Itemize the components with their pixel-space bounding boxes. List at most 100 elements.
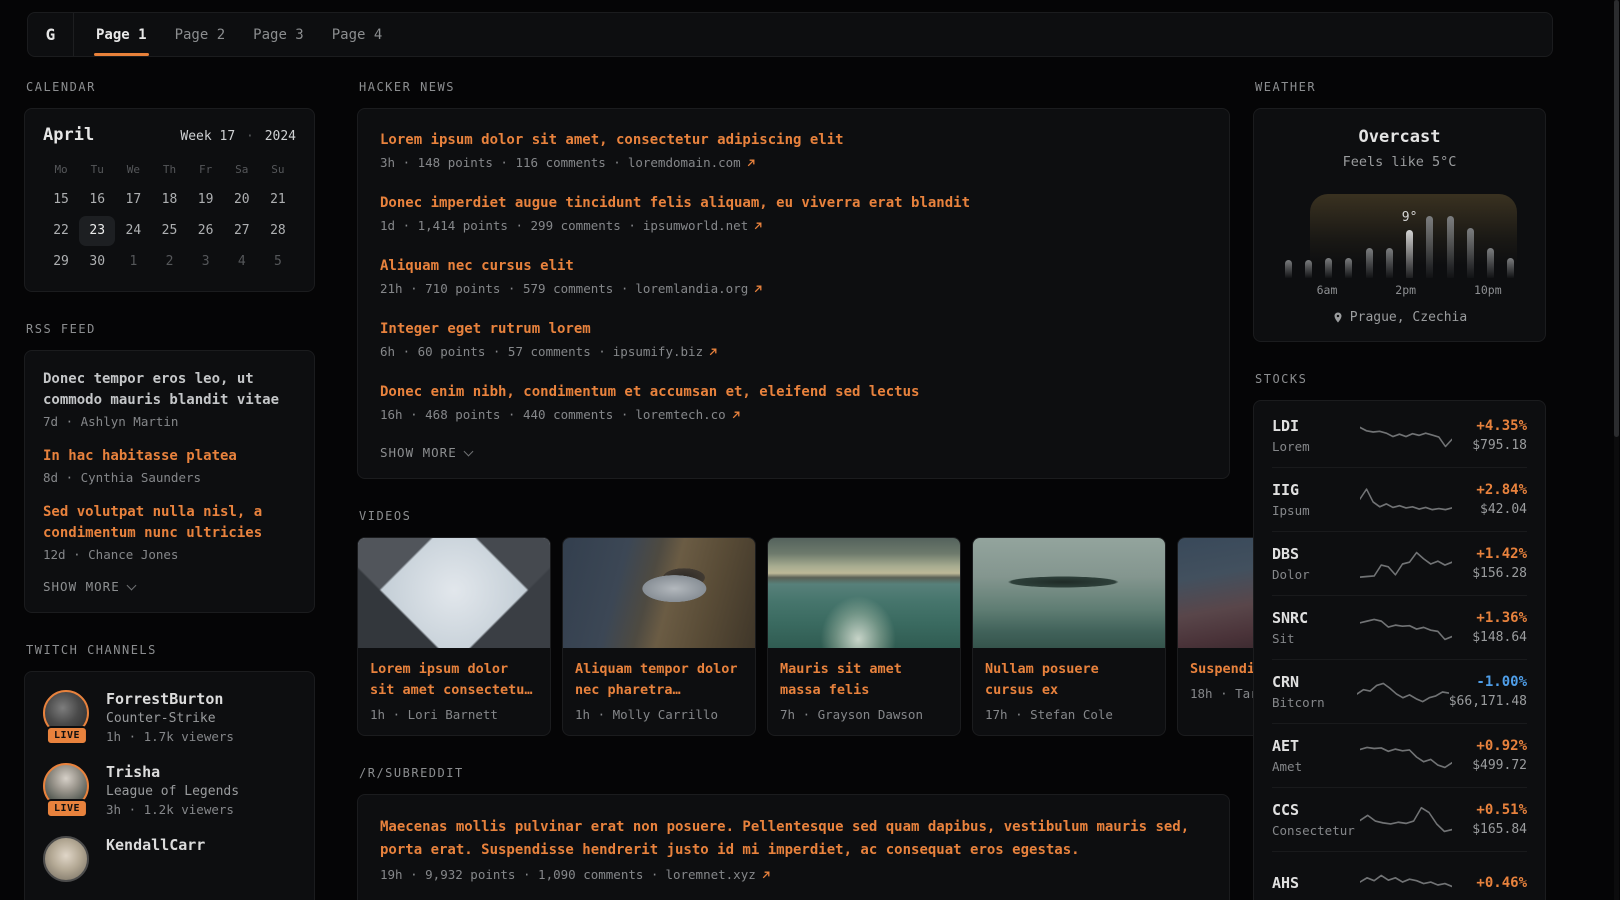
scrollbar-thumb[interactable] (1614, 0, 1619, 437)
external-link-icon[interactable] (708, 347, 718, 357)
hackernews-item-title[interactable]: Integer eget rutrum lorem (380, 319, 1207, 339)
rss-show-more-button[interactable]: SHOW MORE (43, 579, 296, 594)
external-link-icon[interactable] (731, 410, 741, 420)
subreddit-post-title[interactable]: Maecenas mollis pulvinar erat non posuer… (380, 816, 1207, 862)
weather-bar (1487, 248, 1494, 278)
nav-tab[interactable]: Page 4 (318, 13, 397, 56)
stock-row[interactable]: LDI Lorem +4.35% $795.18 (1272, 404, 1527, 467)
rss-item: In hac habitasse platea 8d · Cynthia Sau… (43, 446, 296, 485)
hackernews-item-domain[interactable]: ipsumworld.net (643, 218, 748, 233)
video-card[interactable]: Lorem ipsum dolor sit amet consectetu… 1… (357, 537, 551, 736)
videos-header: VIDEOS (359, 509, 1228, 523)
twitch-channel-row[interactable]: LIVE Trisha League of Legends 3h · 1.2k … (43, 763, 296, 817)
hackernews-item-domain[interactable]: loremtech.co (635, 407, 725, 422)
weather-condition: Overcast (1272, 127, 1527, 147)
weather-hour-label (1435, 283, 1454, 297)
nav-tab-label: Page 3 (253, 27, 304, 43)
stock-price: $156.28 (1452, 566, 1527, 581)
twitch-channel-name[interactable]: ForrestBurton (106, 690, 234, 708)
rss-item-title[interactable]: Donec tempor eros leo, ut commodo mauris… (43, 369, 296, 411)
subreddit-header: /R/SUBREDDIT (359, 766, 1228, 780)
stock-symbol: DBS (1272, 545, 1360, 563)
weather-chart: 9° (1272, 190, 1527, 278)
video-title[interactable]: Aliquam tempor dolor nec pharetra… (575, 659, 743, 701)
hackernews-item-domain[interactable]: loremlandia.org (635, 281, 748, 296)
hackernews-item-domain[interactable]: loremdomain.com (628, 155, 741, 170)
video-card[interactable]: Suspendisse diam 18h · Tara (1177, 537, 1256, 736)
stock-sparkline (1360, 482, 1452, 518)
external-link-icon[interactable] (753, 284, 763, 294)
stocks-header: STOCKS (1255, 372, 1544, 386)
stock-symbol: CRN (1272, 673, 1357, 691)
rss-item-title[interactable]: In hac habitasse platea (43, 446, 296, 467)
hackernews-item: Donec imperdiet augue tincidunt felis al… (380, 193, 1207, 233)
weather-bar (1426, 216, 1433, 278)
calendar-section: CALENDAR April Week 17 · 2024 Mo (24, 80, 315, 292)
hackernews-item: Donec enim nibh, condimentum et accumsan… (380, 382, 1207, 422)
rss-item-title[interactable]: Sed volutpat nulla nisl, a condimentum n… (43, 502, 296, 544)
video-title[interactable]: Suspendisse diam (1190, 659, 1256, 680)
video-card[interactable]: Nullam posuere cursus ex 17h · Stefan Co… (972, 537, 1166, 736)
weather-header: WEATHER (1255, 80, 1544, 94)
left-column: CALENDAR April Week 17 · 2024 Mo (24, 80, 315, 900)
stock-identity: AET Amet (1272, 737, 1360, 774)
stock-row[interactable]: CRN Bitcorn -1.00% $66,171.48 (1272, 659, 1527, 723)
video-thumbnail[interactable] (563, 538, 755, 648)
stock-symbol: LDI (1272, 417, 1360, 435)
twitch-channel-row[interactable]: LIVE ForrestBurton Counter-Strike 1h · 1… (43, 690, 296, 744)
stock-row[interactable]: AET Amet +0.92% $499.72 (1272, 723, 1527, 787)
twitch-channel-info: ForrestBurton Counter-Strike 1h · 1.7k v… (106, 690, 234, 744)
subreddit-post-domain[interactable]: loremnet.xyz (665, 867, 755, 882)
weather-bar (1285, 260, 1292, 278)
stock-row[interactable]: IIG Ipsum +2.84% $42.04 (1272, 467, 1527, 531)
video-card[interactable]: Mauris sit amet massa felis 7h · Grayson… (767, 537, 961, 736)
hackernews-item-domain[interactable]: ipsumify.biz (613, 344, 703, 359)
nav-tab-label: Page 4 (332, 27, 383, 43)
weather-hour-label: 6am (1317, 283, 1338, 297)
rss-item-meta: 7d · Ashlyn Martin (43, 414, 296, 429)
hackernews-item-title[interactable]: Lorem ipsum dolor sit amet, consectetur … (380, 130, 1207, 150)
external-link-icon[interactable] (761, 870, 771, 880)
rss-item: Sed volutpat nulla nisl, a condimentum n… (43, 502, 296, 562)
video-thumbnail[interactable] (768, 538, 960, 648)
video-card[interactable]: Aliquam tempor dolor nec pharetra… 1h · … (562, 537, 756, 736)
twitch-channel-category: League of Legends (106, 784, 239, 799)
calendar-grid: Mo Tu We Th Fr Sa Su (43, 159, 296, 181)
nav-tab[interactable]: Page 2 (161, 13, 240, 56)
stock-sparkline (1360, 738, 1452, 774)
weather-hour-slot (1339, 258, 1359, 278)
video-title[interactable]: Nullam posuere cursus ex (985, 659, 1153, 701)
calendar-week: Week 17 · 2024 (180, 129, 296, 144)
nav-tab[interactable]: Page 3 (239, 13, 318, 56)
dashboard-page: G Page 1 Page 2 Page 3 Page 4 (0, 0, 1620, 900)
stock-row[interactable]: DBS Dolor +1.42% $156.28 (1272, 531, 1527, 595)
video-title[interactable]: Lorem ipsum dolor sit amet consectetu… (370, 659, 538, 701)
stock-identity: DBS Dolor (1272, 545, 1360, 582)
calendar-day-name: Fr (188, 159, 224, 181)
video-thumbnail[interactable] (1178, 538, 1256, 648)
hackernews-item-title[interactable]: Aliquam nec cursus elit (380, 256, 1207, 276)
stock-sparkline (1357, 674, 1449, 710)
stock-sparkline (1360, 418, 1452, 454)
external-link-icon[interactable] (746, 158, 756, 168)
video-title[interactable]: Mauris sit amet massa felis (780, 659, 948, 701)
external-link-icon[interactable] (753, 221, 763, 231)
stock-identity: LDI Lorem (1272, 417, 1360, 454)
nav-tab[interactable]: Page 1 (82, 13, 161, 56)
stock-row[interactable]: SNRC Sit +1.36% $148.64 (1272, 595, 1527, 659)
twitch-channel-name[interactable]: Trisha (106, 763, 239, 781)
hackernews-item-title[interactable]: Donec enim nibh, condimentum et accumsan… (380, 382, 1207, 402)
twitch-channel-name[interactable]: KendallCarr (106, 836, 205, 854)
calendar-days: 15 16 17 18 19 20 21 (43, 185, 296, 277)
video-thumbnail[interactable] (358, 538, 550, 648)
video-thumbnail[interactable] (973, 538, 1165, 648)
hackernews-item-title[interactable]: Donec imperdiet augue tincidunt felis al… (380, 193, 1207, 213)
video-meta: 1h · Lori Barnett (370, 707, 538, 722)
twitch-channel-row[interactable]: KendallCarr (43, 836, 296, 884)
stock-row[interactable]: CCS Consectetur +0.51% $165.84 (1272, 787, 1527, 851)
stock-row[interactable]: AHS +0.46% (1272, 851, 1527, 900)
hackernews-show-more-button[interactable]: SHOW MORE (380, 445, 1207, 460)
stock-name: Dolor (1272, 567, 1360, 582)
hackernews-section: HACKER NEWS Lorem ipsum dolor sit amet, … (357, 80, 1230, 479)
app-logo[interactable]: G (28, 13, 74, 56)
